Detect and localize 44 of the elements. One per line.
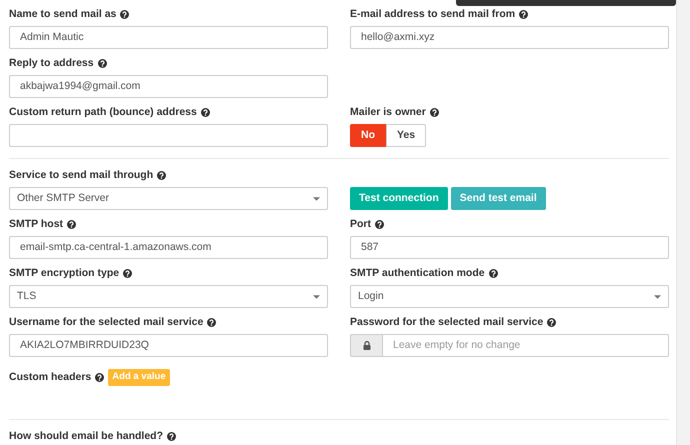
help-icon[interactable] — [207, 318, 216, 327]
help-icon[interactable] — [167, 432, 176, 441]
field-label: SMTP authentication mode — [350, 266, 485, 281]
help-icon[interactable] — [519, 10, 528, 19]
help-icon[interactable] — [200, 108, 210, 117]
field-label: Username for the selected mail service — [9, 314, 204, 330]
text-field[interactable]: 587 — [350, 236, 669, 259]
help-icon[interactable] — [375, 220, 384, 229]
field-label: Port — [350, 216, 371, 232]
text-field[interactable]: akbajwa1994@gmail.com — [9, 75, 328, 98]
help-icon[interactable] — [547, 318, 556, 327]
text-field[interactable]: Admin Mautic — [9, 26, 328, 49]
help-icon[interactable] — [98, 59, 107, 68]
help-icon[interactable] — [157, 171, 166, 180]
text-field[interactable] — [9, 124, 328, 147]
caret-icon — [313, 196, 320, 200]
toggle-option[interactable]: No — [350, 124, 386, 147]
lock-icon — [362, 341, 370, 350]
toggle-option[interactable]: Yes — [386, 124, 426, 147]
select-field[interactable]: TLS — [9, 285, 328, 308]
field-label: Custom headers — [9, 370, 92, 385]
text-field[interactable]: AKIA2LO7MBIRRDUID23Q — [9, 334, 328, 357]
help-icon[interactable] — [67, 220, 76, 229]
caret-icon — [654, 294, 661, 298]
field-label: How should email be handled? — [9, 428, 164, 444]
help-icon[interactable] — [120, 10, 130, 19]
text-field[interactable]: hello@axmi.xyz — [350, 26, 669, 49]
field-label: Reply to address — [9, 56, 94, 71]
field-label: Service to send mail through — [9, 168, 154, 183]
caret-icon — [313, 294, 320, 298]
field-label: Password for the selected mail service — [350, 314, 544, 330]
help-icon[interactable] — [95, 373, 104, 382]
field-label: E-mail address to send mail from — [350, 6, 516, 22]
help-icon[interactable] — [430, 108, 439, 117]
help-icon[interactable] — [123, 269, 132, 278]
field-label: Mailer is owner — [350, 104, 426, 120]
field-label: SMTP encryption type — [9, 266, 120, 281]
field-label: Name to send mail as — [9, 6, 116, 22]
select-field[interactable]: Login — [350, 285, 669, 308]
text-field[interactable]: email-smtp.ca-central-1.amazonaws.com — [9, 236, 328, 259]
field-label: SMTP host — [9, 216, 64, 232]
select-field[interactable]: Other SMTP Server — [9, 187, 328, 210]
help-icon[interactable] — [488, 269, 498, 278]
field-label: Custom return path (bounce) address — [9, 104, 197, 120]
